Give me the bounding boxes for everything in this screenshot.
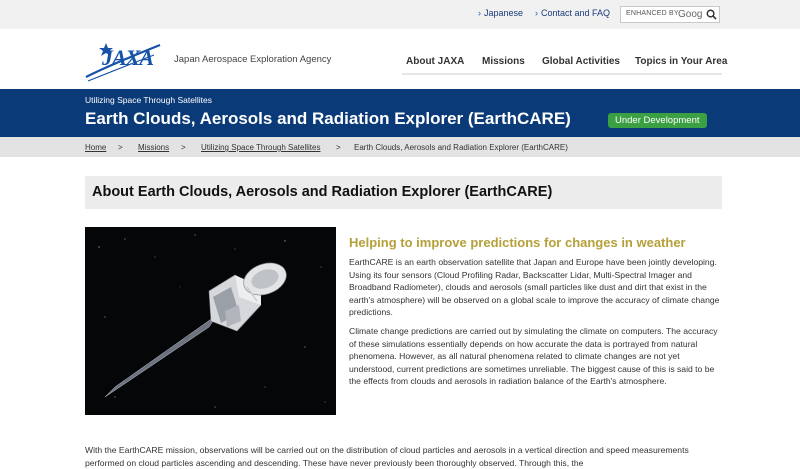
site-header: JAXA Japan Aerospace Exploration Agency … bbox=[0, 29, 800, 89]
nav-about-jaxa[interactable]: About JAXA bbox=[406, 56, 464, 67]
nav-global-activities[interactable]: Global Activities bbox=[542, 56, 620, 67]
search-input[interactable]: ENHANCED BY Goog bbox=[620, 6, 720, 23]
breadcrumb-separator: > bbox=[118, 143, 123, 152]
climate-paragraph: Climate change predictions are carried o… bbox=[349, 326, 718, 387]
contact-faq-link[interactable]: › Contact and FAQ bbox=[535, 8, 610, 18]
status-badge: Under Development bbox=[608, 113, 707, 128]
breadcrumb-category[interactable]: Utilizing Space Through Satellites bbox=[201, 143, 320, 152]
search-brand: Goog bbox=[678, 9, 703, 20]
svg-text:JAXA: JAXA bbox=[101, 45, 153, 70]
intro-paragraph: EarthCARE is an earth observation satell… bbox=[349, 257, 720, 318]
agency-name: Japan Aerospace Exploration Agency bbox=[174, 54, 332, 65]
japanese-label: Japanese bbox=[484, 8, 524, 18]
jaxa-logo-icon[interactable]: JAXA bbox=[84, 37, 162, 83]
page-title: Earth Clouds, Aerosols and Radiation Exp… bbox=[85, 109, 571, 128]
breadcrumb-current: Earth Clouds, Aerosols and Radiation Exp… bbox=[354, 143, 568, 152]
breadcrumb-separator: > bbox=[336, 143, 341, 152]
search-enhanced-label: ENHANCED BY bbox=[626, 10, 679, 17]
nav-missions[interactable]: Missions bbox=[482, 56, 525, 67]
earthcare-satellite-icon bbox=[98, 234, 326, 408]
breadcrumb-separator: > bbox=[181, 143, 186, 152]
section-heading-box: About Earth Clouds, Aerosols and Radiati… bbox=[85, 176, 722, 209]
nav-topics-in-your-area[interactable]: Topics in Your Area bbox=[635, 56, 727, 67]
page-banner: Utilizing Space Through Satellites Earth… bbox=[0, 89, 800, 137]
japanese-link[interactable]: › Japanese bbox=[478, 8, 523, 18]
section-heading: About Earth Clouds, Aerosols and Radiati… bbox=[92, 184, 553, 200]
lead-heading: Helping to improve predictions for chang… bbox=[349, 235, 686, 250]
nav-divider bbox=[402, 73, 722, 75]
contact-label: Contact and FAQ bbox=[541, 8, 611, 18]
breadcrumb-missions[interactable]: Missions bbox=[138, 143, 169, 152]
breadcrumb: Home > Missions > Utilizing Space Throug… bbox=[0, 137, 800, 157]
mission-paragraph: With the EarthCARE mission, observations… bbox=[85, 445, 689, 468]
utility-bar: › Japanese › Contact and FAQ ENHANCED BY G… bbox=[0, 0, 800, 29]
satellite-image bbox=[85, 227, 336, 415]
banner-subtitle: Utilizing Space Through Satellites bbox=[85, 95, 212, 105]
breadcrumb-home[interactable]: Home bbox=[85, 143, 106, 152]
search-icon[interactable] bbox=[706, 9, 717, 20]
